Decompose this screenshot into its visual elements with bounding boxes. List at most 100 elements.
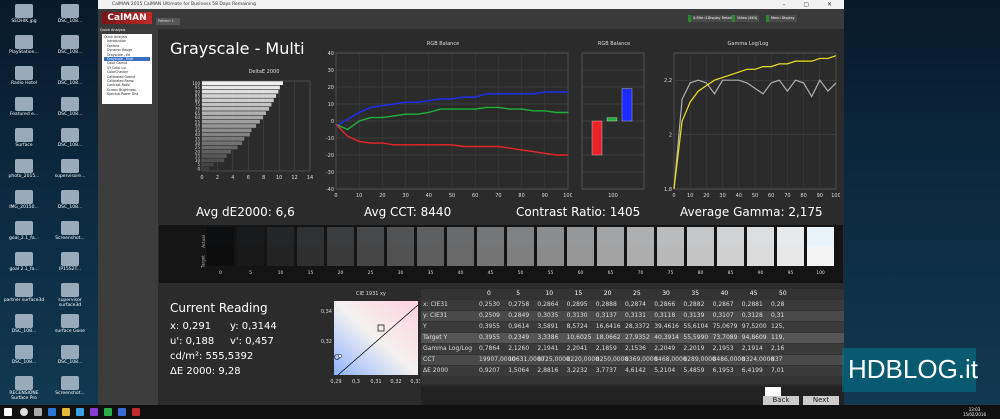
table-row-label: Y (423, 323, 427, 330)
spotify-icon[interactable] (104, 408, 112, 416)
grayscale-swatch[interactable] (777, 227, 804, 266)
grayscale-swatch[interactable] (417, 227, 444, 266)
desktop-icon[interactable]: partner surface3d (2, 283, 46, 303)
deltae-y-tick: 5 (197, 162, 200, 167)
desktop-icon[interactable]: IP15S2T... (48, 252, 92, 272)
search-icon[interactable] (20, 408, 28, 416)
desktop-icon[interactable]: Screenshot... (48, 376, 92, 396)
desktop-icon[interactable]: SEDHIK.jpg (2, 4, 46, 24)
grayscale-swatch[interactable] (477, 227, 504, 266)
desktop-icon[interactable]: IMG_20150... (2, 190, 46, 210)
file-icon (15, 252, 33, 266)
desktop-icon[interactable]: DSC_108... (48, 128, 92, 148)
desktop-icon[interactable]: DSC_108... (48, 345, 92, 365)
grayscale-swatch[interactable] (687, 227, 714, 266)
desktop-icon[interactable]: photo_2015... (2, 159, 46, 179)
deltae-bar (202, 167, 210, 171)
grayscale-swatch[interactable] (747, 227, 774, 266)
grayscale-swatch[interactable] (207, 227, 234, 266)
desktop-icon[interactable]: Radio Hotel (2, 66, 46, 86)
desktop-icon[interactable]: DSC_108... (48, 190, 92, 210)
display-button[interactable]: Menu Display (766, 15, 797, 22)
desktop-icon[interactable]: supervisore... (48, 159, 92, 179)
deltae-x-tick: 6 (247, 175, 250, 181)
table-column-header: 50 (779, 290, 787, 297)
file-icon (61, 221, 79, 235)
table-row-label: x: CIE31 (423, 301, 448, 308)
desktop-icon[interactable]: supervisor surface3d (48, 283, 92, 308)
desktop-icon[interactable]: DSC_108... (48, 66, 92, 86)
reading-de: ΔE 2000: 9,28 (170, 366, 241, 377)
rgb-y-tick: 40 (328, 51, 334, 57)
desktop-icon[interactable]: PlayStation... (2, 35, 46, 55)
onenote-icon[interactable] (90, 408, 98, 416)
desktop-icon[interactable]: goal_2.1_fa... (2, 221, 46, 241)
desktop-icon[interactable]: RECENSIONE Surface Pro (2, 376, 46, 401)
desktop-icon[interactable]: DSC_108... (48, 35, 92, 55)
deltae-bar (202, 94, 277, 98)
table-cell: 0,3128 (741, 312, 763, 319)
reading-v: v': 0,457 (230, 336, 274, 347)
grayscale-swatch[interactable] (267, 227, 294, 266)
source-button[interactable]: Video (4K4) (732, 15, 760, 22)
rgb-point (405, 113, 407, 115)
grayscale-swatch[interactable] (357, 227, 384, 266)
grayscale-swatch[interactable] (447, 227, 474, 266)
edge-icon[interactable] (48, 408, 56, 416)
back-button[interactable]: Back (763, 396, 799, 405)
nav-item[interactable]: Spectral Power Dist (104, 92, 150, 96)
calman-taskbar-icon[interactable] (132, 408, 140, 416)
file-icon (61, 314, 79, 328)
file-icon (15, 221, 33, 235)
grayscale-swatch[interactable] (597, 227, 624, 266)
grayscale-swatch[interactable] (717, 227, 744, 266)
store-icon[interactable] (76, 408, 84, 416)
rgb-point (347, 118, 349, 120)
desktop-icon[interactable]: Screenshot... (48, 221, 92, 241)
grayscale-swatch[interactable] (297, 227, 324, 266)
swatch-step-label: 35 (427, 271, 434, 276)
file-explorer-icon[interactable] (62, 408, 70, 416)
swatch-step-label: 15 (307, 271, 314, 276)
desktop-icon[interactable]: DSC_108... (2, 345, 46, 365)
footer-toggle[interactable] (765, 387, 781, 396)
grayscale-swatch[interactable] (327, 227, 354, 266)
grayscale-swatch[interactable] (567, 227, 594, 266)
current-reading-title: Current Reading (170, 301, 268, 315)
cie-chart: 0,34 0,32 0,29 0,3 0,31 0,32 0,33 (321, 301, 420, 385)
window-controls[interactable]: – ▢ ✕ (782, 0, 840, 9)
desktop-icon[interactable]: goal 2.1_fa... (2, 252, 46, 272)
desktop-icon[interactable]: Surface (2, 128, 46, 148)
start-icon[interactable] (4, 408, 12, 416)
table-cell: 55,6104 (683, 323, 709, 330)
rgb-point (497, 93, 499, 95)
desktop-icon[interactable]: DSC_108... (2, 314, 46, 334)
rgb-x-tick: 50 (449, 193, 455, 199)
grayscale-swatch[interactable] (657, 227, 684, 266)
grayscale-swatch[interactable] (627, 227, 654, 266)
table-cell: 8,5724 (566, 323, 588, 330)
table-cell: 125, (771, 323, 785, 330)
grayscale-swatch[interactable] (537, 227, 564, 266)
desktop-icon[interactable]: DSC_108... (48, 4, 92, 24)
table-cell: 7,01 (771, 367, 785, 374)
task-view-icon[interactable] (34, 408, 42, 416)
file-icon (61, 66, 79, 80)
grayscale-swatch[interactable] (807, 227, 834, 266)
workflow-label: Quick Analysis (100, 28, 126, 32)
grayscale-swatch[interactable] (237, 227, 264, 266)
table-cell: 0,28 (771, 301, 785, 308)
rgb-point (451, 144, 453, 146)
next-button[interactable]: Next (803, 396, 839, 405)
table-cell: 3,3386 (537, 334, 559, 341)
grayscale-swatch[interactable] (387, 227, 414, 266)
desktop-icon-label: IMG_20150... (9, 205, 39, 210)
grayscale-swatch[interactable] (507, 227, 534, 266)
table-cell: 3,7737 (595, 367, 617, 374)
app-icon[interactable] (118, 408, 126, 416)
desktop-icon[interactable]: DSC_108... (48, 97, 92, 117)
desktop-icon[interactable]: Featured e... (2, 97, 46, 117)
desktop-icon[interactable]: surface Gone (48, 314, 92, 334)
tab-pattern[interactable]: Pattern 1 (156, 18, 180, 25)
table-cell: 0,3955 (479, 323, 500, 330)
